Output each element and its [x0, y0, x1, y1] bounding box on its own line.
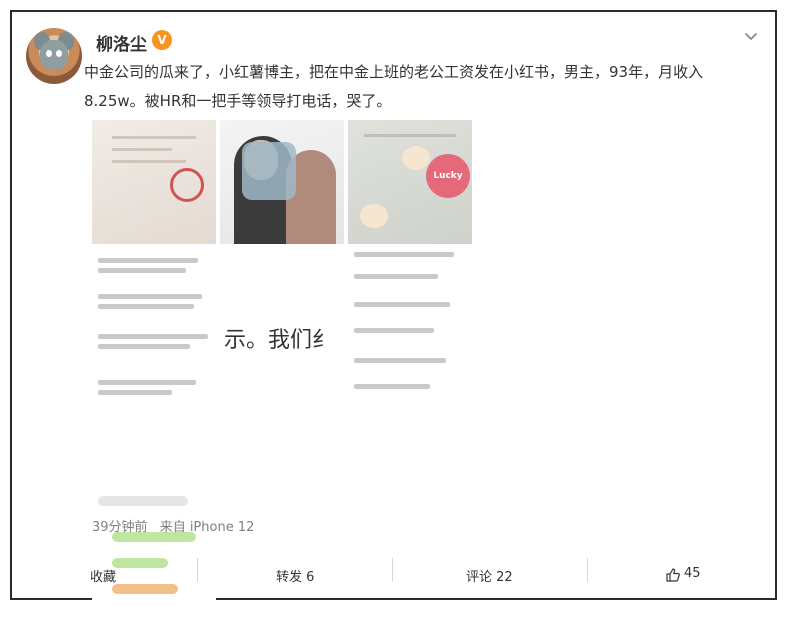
- chat-line: [98, 380, 196, 385]
- screenshot-caption-text: 示。我们纟: [224, 328, 335, 353]
- chat-bubble: [112, 584, 178, 594]
- bear-sticker-icon: [360, 204, 388, 228]
- bear-sticker-icon: [402, 146, 430, 170]
- post-image-6[interactable]: [348, 248, 472, 494]
- chat-line: [354, 302, 450, 307]
- chat-line: [98, 304, 194, 309]
- post-meta: 39分钟前 来自 iPhone 12: [92, 516, 254, 535]
- post-image-1[interactable]: [92, 120, 216, 244]
- lucky-sticker: Lucky: [426, 154, 470, 198]
- chat-line: [98, 268, 186, 273]
- verified-badge-icon: V: [152, 30, 172, 50]
- comment-button[interactable]: 评论 22: [466, 566, 513, 585]
- like-count[interactable]: 45: [684, 566, 701, 581]
- post-source: 来自 iPhone 12: [159, 520, 255, 535]
- author-avatar[interactable]: [26, 28, 82, 84]
- post-image-5[interactable]: 示。我们纟: [220, 248, 344, 494]
- chat-line: [98, 294, 202, 299]
- chat-line: [354, 328, 434, 333]
- action-divider: [587, 558, 588, 582]
- action-divider: [392, 558, 393, 582]
- author-name[interactable]: 柳洛尘: [96, 30, 147, 55]
- post-image-2[interactable]: [220, 120, 344, 244]
- chat-line: [98, 258, 198, 263]
- chat-line: [98, 334, 208, 339]
- doc-line: [364, 134, 456, 137]
- chat-line: [98, 344, 190, 349]
- chat-line: [354, 384, 430, 389]
- doc-line: [112, 148, 172, 151]
- chevron-down-icon[interactable]: [744, 30, 758, 44]
- action-divider: [197, 558, 198, 582]
- post-text: 中金公司的瓜来了，小红薯博主，把在中金上班的老公工资发在小红书，男主，93年，月…: [84, 63, 704, 110]
- avatar-face: [40, 40, 68, 70]
- favorite-button[interactable]: 收藏: [90, 566, 116, 585]
- photo-blur-mask: [242, 142, 296, 200]
- doc-line: [112, 136, 196, 139]
- post-time[interactable]: 39分钟前: [92, 520, 148, 535]
- post-image-3[interactable]: Lucky: [348, 120, 472, 244]
- chat-bubble: [112, 558, 168, 568]
- avatar-eye-left: [46, 50, 52, 57]
- chat-bubble: [98, 496, 188, 506]
- chat-line: [354, 274, 438, 279]
- repost-button[interactable]: 转发 6: [276, 566, 314, 585]
- chat-line: [98, 390, 172, 395]
- chat-line: [354, 358, 446, 363]
- chat-line: [354, 252, 454, 257]
- document-stamp-icon: [170, 168, 204, 202]
- avatar-eye-right: [56, 50, 62, 57]
- thumb-up-icon[interactable]: [666, 568, 680, 582]
- doc-line: [112, 160, 186, 163]
